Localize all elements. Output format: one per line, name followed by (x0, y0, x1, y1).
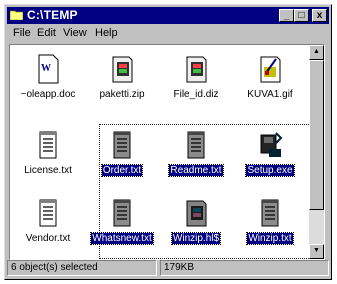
text-file-icon (113, 131, 131, 159)
file-item[interactable]: KUVA1.gif (234, 53, 306, 111)
file-label: Readme.txt (168, 164, 224, 177)
menu-help[interactable]: Help (95, 27, 118, 39)
window-title: C:\TEMP (27, 8, 78, 22)
file-label: License.txt (24, 165, 72, 176)
text-file-icon (39, 199, 57, 227)
file-item[interactable]: Readme.txt (160, 129, 232, 187)
file-item[interactable]: File_id.diz (160, 53, 232, 111)
menu-edit[interactable]: Edit (37, 27, 56, 39)
svg-text:W: W (41, 63, 51, 74)
file-label: paketti.zip (99, 89, 145, 100)
file-item[interactable]: Vendor.txt (12, 197, 84, 255)
file-label: KUVA1.gif (247, 89, 293, 100)
status-bar: 6 object(s) selected 179KB (7, 260, 329, 276)
file-label: Vendor.txt (25, 233, 71, 244)
folder-icon (10, 10, 23, 20)
menu-file[interactable]: File (13, 27, 31, 39)
file-item[interactable]: Order.txt (86, 129, 158, 187)
file-item[interactable]: W ~oleapp.doc (12, 53, 84, 111)
status-selection: 6 object(s) selected (7, 260, 157, 276)
minimize-button[interactable]: _ (279, 9, 294, 22)
file-item[interactable]: Winzip.hl$ (160, 197, 232, 255)
setup-program-icon (260, 132, 283, 157)
status-size: 179KB (160, 260, 329, 276)
file-label: Order.txt (100, 164, 144, 177)
file-item[interactable]: Whatsnew.txt (86, 197, 158, 255)
file-list-view[interactable]: W ~oleapp.doc paketti.zip File_id.diz KU… (9, 44, 325, 260)
text-file-icon (113, 199, 131, 227)
menu-bar: File Edit View Help (7, 25, 329, 43)
scroll-down-button[interactable]: ▼ (309, 244, 324, 259)
vertical-scrollbar[interactable]: ▲ ▼ (309, 45, 324, 259)
paint-image-icon (260, 56, 281, 83)
maximize-button[interactable]: □ (294, 9, 309, 22)
file-label: Winzip.hl$ (170, 232, 222, 245)
file-label: Whatsnew.txt (90, 232, 154, 245)
word-document-icon: W (38, 54, 59, 84)
file-item[interactable]: Setup.exe (234, 129, 306, 187)
scroll-up-button[interactable]: ▲ (309, 45, 324, 60)
text-file-icon (39, 131, 57, 159)
menu-view[interactable]: View (63, 27, 87, 39)
zip-archive-icon (112, 56, 133, 83)
text-file-icon (261, 199, 279, 227)
file-label: Winzip.txt (246, 232, 294, 245)
zip-archive-icon (186, 56, 207, 83)
file-label: File_id.diz (173, 89, 219, 100)
close-button[interactable]: x (312, 9, 327, 22)
zip-archive-icon (186, 200, 207, 227)
file-label: ~oleapp.doc (20, 89, 76, 100)
file-item[interactable]: paketti.zip (86, 53, 158, 111)
scroll-thumb[interactable] (309, 60, 324, 210)
file-item[interactable]: Winzip.txt (234, 197, 306, 255)
explorer-window: C:\TEMP _ □ x File Edit View Help W ~ole… (4, 4, 332, 280)
text-file-icon (187, 131, 205, 159)
file-item[interactable]: License.txt (12, 129, 84, 187)
title-bar[interactable]: C:\TEMP _ □ x (7, 7, 329, 24)
file-label: Setup.exe (245, 164, 295, 177)
